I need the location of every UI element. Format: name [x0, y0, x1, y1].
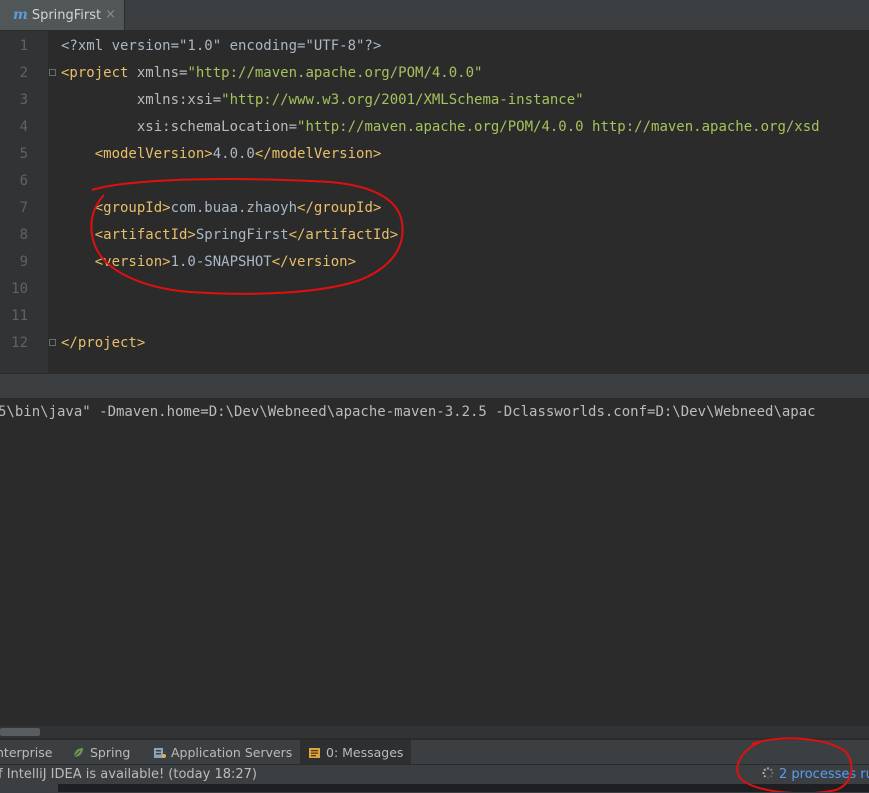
line-number: 8 — [19, 227, 28, 243]
line-number: 10 — [11, 281, 28, 297]
code-token: <modelVersion> — [61, 146, 213, 162]
code-token: <artifactId> — [61, 227, 196, 243]
editor-tab-bar: m SpringFirst × — [0, 0, 869, 31]
code-line[interactable]: 2 <project xmlns="http://maven.apache.org… — [0, 60, 869, 87]
code-line[interactable]: 12 </project> — [0, 330, 869, 357]
maven-m-icon: m — [13, 7, 28, 23]
code-line[interactable]: 4 xsi:schemaLocation="http://maven.apach… — [0, 114, 869, 141]
tool-window-label: Application Servers — [171, 745, 293, 760]
tool-window-enterprise[interactable]: nterprise — [0, 740, 52, 765]
code-token: "http://maven.apache.org/POM/4.0.0 http:… — [297, 119, 820, 135]
code-token: xmlns:xsi= — [61, 92, 222, 108]
code-token: 4.0.0 — [212, 146, 255, 162]
messages-icon — [308, 747, 321, 759]
code-text: </project> — [61, 330, 145, 357]
editor-tab-label: SpringFirst — [31, 7, 102, 23]
code-line[interactable]: 1 <?xml version="1.0" encoding="UTF-8"?> — [0, 33, 869, 60]
code-line[interactable]: 6 — [0, 168, 869, 195]
scrollbar-thumb[interactable] — [0, 728, 40, 736]
code-token: "http://maven.apache.org/POM/4.0.0" — [187, 65, 483, 81]
code-token: SpringFirst — [195, 227, 289, 243]
panel-splitter[interactable] — [0, 373, 869, 399]
line-number: 2 — [19, 65, 28, 81]
editor-tab-springfirst[interactable]: m SpringFirst × — [0, 0, 125, 30]
line-number: 12 — [11, 335, 28, 351]
code-text: <?xml version="1.0" encoding="UTF-8"?> — [61, 33, 381, 60]
code-token: <?xml version="1.0" encoding="UTF-8"?> — [61, 38, 382, 54]
background-processes-indicator[interactable]: 2 processes ru — [762, 765, 869, 785]
code-line[interactable]: 9 <version>1.0-SNAPSHOT</version> — [0, 249, 869, 276]
console-output-line: 5\bin\java" -Dmaven.home=D:\Dev\Webneed\… — [0, 404, 816, 420]
code-text: <project xmlns="http://maven.apache.org/… — [61, 60, 482, 87]
code-token: "http://www.w3.org/2001/XMLSchema-instan… — [221, 92, 584, 108]
code-token: </version> — [271, 254, 357, 270]
code-line[interactable]: 8 <artifactId>SpringFirst</artifactId> — [0, 222, 869, 249]
code-text: <modelVersion>4.0.0</modelVersion> — [61, 141, 382, 168]
code-text: <version>1.0-SNAPSHOT</version> — [61, 249, 356, 276]
line-number: 11 — [11, 308, 28, 324]
code-token: </modelVersion> — [254, 146, 382, 162]
line-number: 5 — [19, 146, 28, 162]
code-line[interactable]: 10 — [0, 276, 869, 303]
code-text: <groupId>com.buaa.zhaoyh</groupId> — [61, 195, 382, 222]
code-line[interactable]: 3 xmlns:xsi="http://www.w3.org/2001/XMLS… — [0, 87, 869, 114]
tool-window-spring[interactable]: Spring — [72, 740, 130, 765]
fold-marker-icon[interactable] — [49, 69, 56, 76]
code-token: <groupId> — [61, 200, 171, 216]
tool-window-bar: nterprise Spring Application Servers 0: … — [0, 739, 869, 765]
messages-console[interactable]: 5\bin\java" -Dmaven.home=D:\Dev\Webneed\… — [0, 398, 869, 726]
code-token: com.buaa.zhaoyh — [170, 200, 298, 216]
code-editor[interactable]: 1 <?xml version="1.0" encoding="UTF-8"?> 2… — [0, 31, 869, 373]
tool-window-application-servers[interactable]: Application Servers — [153, 740, 292, 765]
tool-window-messages[interactable]: 0: Messages — [300, 740, 412, 765]
spinner-icon — [762, 766, 774, 779]
horizontal-scrollbar[interactable] — [0, 726, 869, 738]
code-line[interactable]: 5 <modelVersion>4.0.0</modelVersion> — [0, 141, 869, 168]
tool-window-label: 0: Messages — [326, 745, 404, 760]
spring-leaf-icon — [72, 747, 85, 759]
line-number: 7 — [19, 200, 28, 216]
code-token: <version> — [61, 254, 171, 270]
code-token: </project> — [61, 335, 146, 351]
line-number: 9 — [19, 254, 28, 270]
code-line[interactable]: 11 — [0, 303, 869, 330]
line-number: 1 — [19, 38, 28, 54]
fold-marker-icon[interactable] — [49, 339, 56, 346]
code-text: xmlns:xsi="http://www.w3.org/2001/XMLSch… — [61, 87, 584, 114]
close-icon[interactable]: × — [105, 7, 116, 22]
code-token: </artifactId> — [288, 227, 399, 243]
code-token: <project — [61, 65, 137, 81]
application-servers-icon — [153, 747, 166, 759]
line-number: 4 — [19, 119, 28, 135]
line-number: 6 — [19, 173, 28, 189]
tool-window-label: nterprise — [0, 745, 53, 760]
code-token: xmlns= — [136, 65, 188, 81]
code-token: xsi:schemaLocation= — [61, 119, 298, 135]
code-token: </groupId> — [297, 200, 382, 216]
tool-window-label: Spring — [90, 745, 131, 760]
line-number: 3 — [19, 92, 28, 108]
code-text: xsi:schemaLocation="http://maven.apache.… — [61, 114, 820, 141]
code-line[interactable]: 7 <groupId>com.buaa.zhaoyh</groupId> — [0, 195, 869, 222]
status-message[interactable]: f IntelliJ IDEA is available! (today 18:… — [0, 765, 257, 785]
processes-label: 2 processes ru — [779, 767, 869, 782]
taskbar-strip — [0, 784, 869, 792]
code-text: <artifactId>SpringFirst</artifactId> — [61, 222, 398, 249]
code-token: 1.0-SNAPSHOT — [170, 254, 272, 270]
